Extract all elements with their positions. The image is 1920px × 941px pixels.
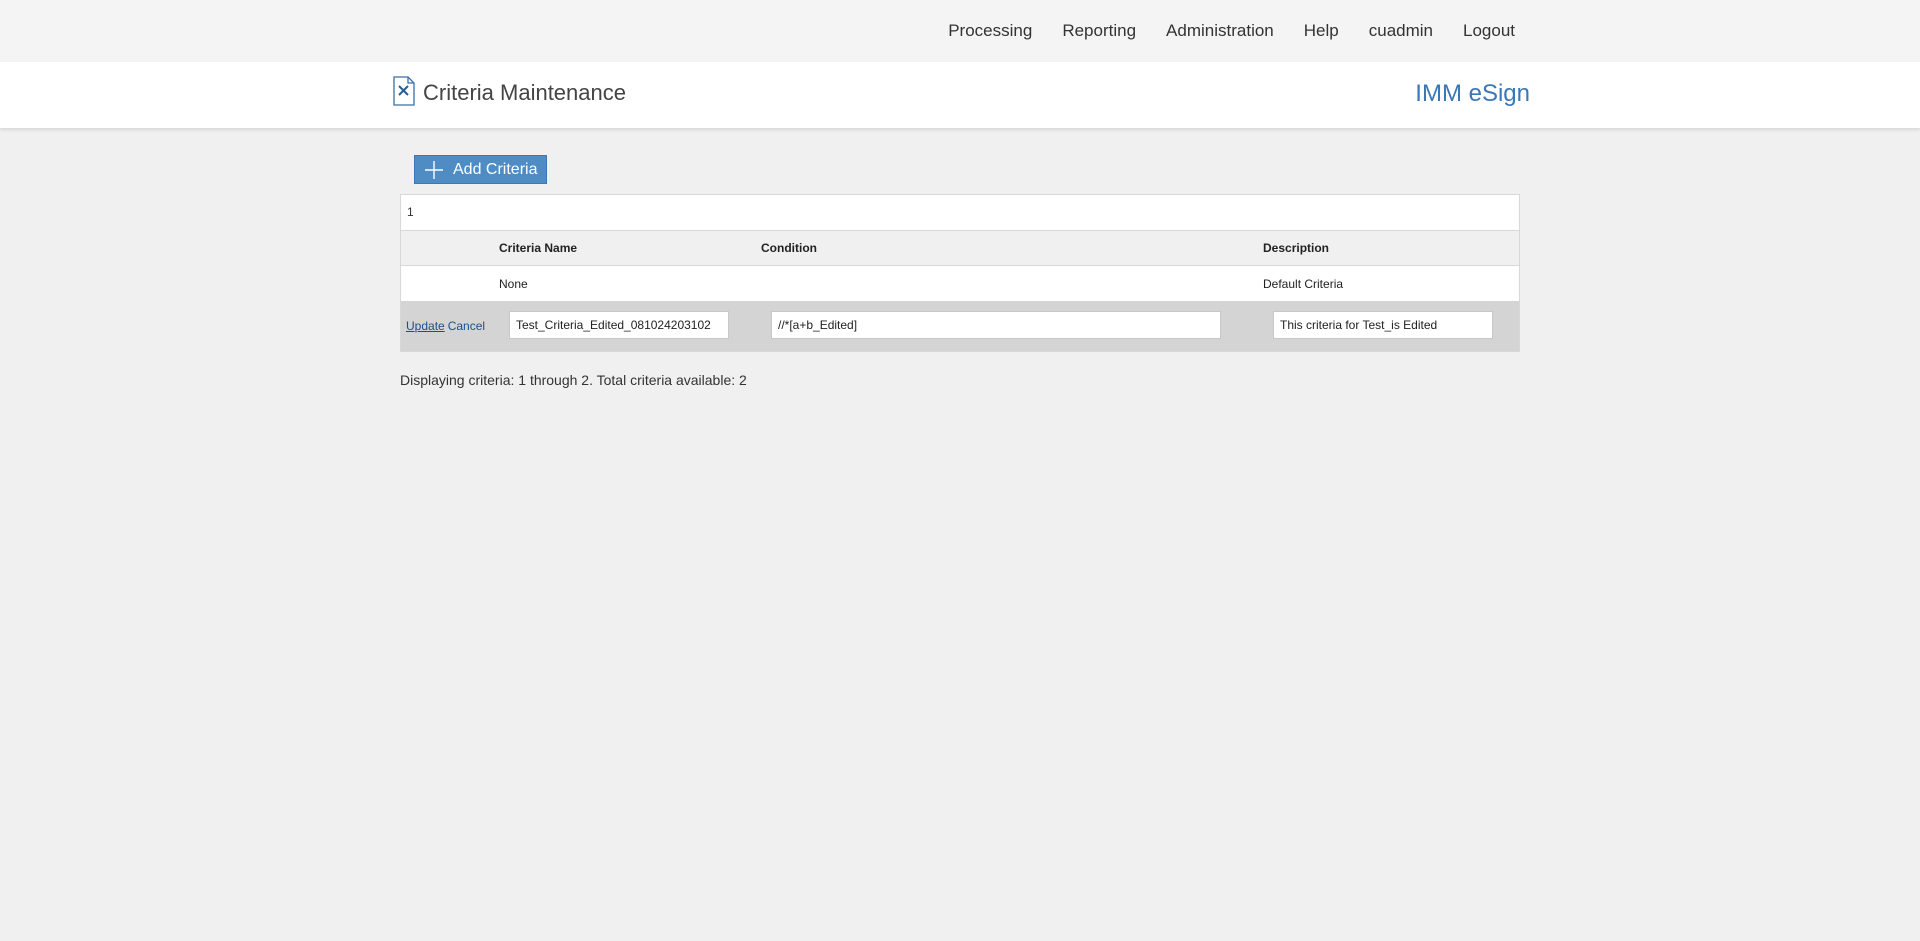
add-criteria-label: Add Criteria (453, 160, 538, 178)
cancel-link[interactable]: Cancel (448, 319, 485, 333)
column-header-description[interactable]: Description (1263, 231, 1329, 265)
brand-name: IMM eSign (1415, 80, 1530, 107)
page-title: Criteria Maintenance (423, 80, 626, 105)
description-input[interactable] (1273, 311, 1493, 339)
nav-help[interactable]: Help (1304, 21, 1339, 41)
nav-administration[interactable]: Administration (1166, 21, 1274, 41)
column-header-criteria-name[interactable]: Criteria Name (499, 231, 577, 265)
table-row-edit: Update Cancel (401, 301, 1519, 351)
table-row: None Default Criteria (401, 266, 1519, 301)
page-header: Criteria Maintenance IMM eSign (0, 62, 1920, 128)
top-nav-links: Processing Reporting Administration Help… (918, 0, 1515, 62)
add-criteria-button[interactable]: Add Criteria (414, 155, 548, 184)
pager-page-1[interactable]: 1 (407, 205, 414, 219)
table-header-row: Criteria Name Condition Description (401, 231, 1519, 266)
pagination-summary: Displaying criteria: 1 through 2. Total … (400, 372, 747, 388)
nav-user[interactable]: cuadmin (1369, 21, 1433, 41)
criteria-name-input[interactable] (509, 311, 729, 339)
row-description: Default Criteria (1263, 276, 1344, 291)
top-nav-bar: Processing Reporting Administration Help… (0, 0, 1920, 62)
update-link[interactable]: Update (406, 319, 445, 333)
document-tools-icon (393, 75, 415, 106)
nav-logout[interactable]: Logout (1463, 21, 1515, 41)
criteria-table: 1 Criteria Name Condition Description No… (400, 194, 1520, 352)
pager: 1 (401, 195, 1519, 231)
plus-icon (425, 160, 443, 179)
nav-reporting[interactable]: Reporting (1062, 21, 1136, 41)
nav-processing[interactable]: Processing (948, 21, 1032, 41)
page-title-group: Criteria Maintenance (393, 75, 626, 106)
row-criteria-name: None (499, 276, 528, 291)
condition-input[interactable] (771, 311, 1221, 339)
column-header-condition[interactable]: Condition (761, 231, 817, 265)
row-actions: Update Cancel (406, 301, 485, 351)
